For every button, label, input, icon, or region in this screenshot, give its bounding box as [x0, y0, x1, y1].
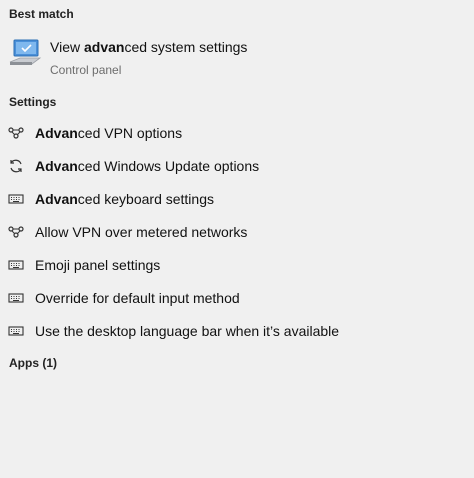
computer-icon: [8, 38, 42, 68]
setting-desktop-language-bar[interactable]: Use the desktop language bar when it’s a…: [0, 316, 474, 346]
setting-advanced-vpn-options[interactable]: Advanced VPN options: [0, 118, 474, 148]
setting-label: Override for default input method: [35, 290, 240, 306]
apps-header[interactable]: Apps (1): [9, 356, 57, 370]
settings-header: Settings: [9, 95, 57, 109]
keyboard-icon: [8, 323, 24, 339]
setting-advanced-keyboard-settings[interactable]: Advanced keyboard settings: [0, 184, 474, 214]
setting-label: Advanced keyboard settings: [35, 191, 214, 207]
keyboard-icon: [8, 191, 24, 207]
setting-emoji-panel[interactable]: Emoji panel settings: [0, 250, 474, 280]
setting-label: Allow VPN over metered networks: [35, 224, 248, 240]
best-match-title: View advanced system settings: [50, 39, 248, 55]
setting-allow-vpn-metered[interactable]: Allow VPN over metered networks: [0, 217, 474, 247]
update-icon: [8, 158, 24, 174]
setting-advanced-windows-update-options[interactable]: Advanced Windows Update options: [0, 151, 474, 181]
vpn-icon: [8, 224, 24, 240]
best-match-result[interactable]: View advanced system settings Control pa…: [0, 30, 474, 82]
keyboard-icon: [8, 290, 24, 306]
setting-label: Emoji panel settings: [35, 257, 161, 273]
setting-label: Advanced VPN options: [35, 125, 183, 141]
setting-override-input-method[interactable]: Override for default input method: [0, 283, 474, 313]
keyboard-icon: [8, 257, 24, 273]
setting-label: Use the desktop language bar when it’s a…: [35, 323, 340, 339]
setting-label: Advanced Windows Update options: [35, 158, 260, 174]
best-match-subtitle: Control panel: [50, 63, 122, 77]
best-match-header: Best match: [9, 7, 74, 21]
vpn-icon: [8, 125, 24, 141]
